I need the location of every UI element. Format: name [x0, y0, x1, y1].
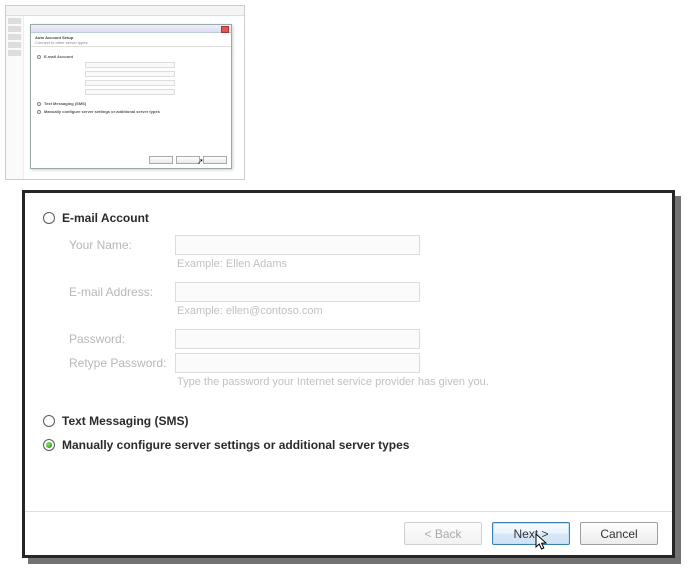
cancel-button-label: Cancel — [600, 527, 637, 541]
option-sms[interactable]: Text Messaging (SMS) — [43, 414, 654, 428]
thumb-dialog: Auto Account Setup Connect to other serv… — [30, 24, 232, 169]
email-address-field[interactable] — [175, 282, 420, 302]
cancel-button[interactable]: Cancel — [580, 522, 658, 545]
radio-email-icon — [43, 212, 55, 224]
password-hint: Type the password your Internet service … — [175, 373, 654, 394]
back-button[interactable]: < Back — [404, 522, 482, 545]
thumb-opt-sms: Text Messaging (SMS) — [44, 101, 86, 106]
radio-sms-icon — [43, 415, 55, 427]
your-name-field[interactable] — [175, 235, 420, 255]
account-setup-dialog: E-mail Account Your Name: Example: Ellen… — [22, 190, 675, 558]
thumb-cursor-icon: ⭧ — [197, 157, 203, 168]
thumb-back-button — [149, 156, 173, 164]
option-manual-config[interactable]: Manually configure server settings or ad… — [43, 438, 654, 452]
back-button-label: < Back — [424, 527, 461, 541]
email-address-hint: Example: ellen@contoso.com — [175, 302, 654, 323]
option-email-account[interactable]: E-mail Account — [43, 211, 654, 225]
wizard-button-bar: < Back Next > Cancel — [25, 511, 672, 555]
option-email-label: E-mail Account — [62, 211, 149, 225]
thumb-opt-email: E-mail Account — [44, 54, 73, 59]
password-label: Password: — [69, 332, 175, 346]
email-address-label: E-mail Address: — [69, 285, 175, 299]
option-sms-label: Text Messaging (SMS) — [62, 414, 188, 428]
email-form-block: Your Name: Example: Ellen Adams E-mail A… — [69, 235, 654, 394]
retype-password-label: Retype Password: — [69, 356, 175, 370]
next-button-label: Next > — [513, 527, 548, 541]
context-thumbnail: Auto Account Setup Connect to other serv… — [5, 5, 245, 180]
radio-manual-icon — [43, 439, 55, 451]
thumb-subtitle-sub: Connect to other server types. — [35, 40, 227, 45]
thumb-opt-manual: Manually configure server settings or ad… — [44, 109, 160, 114]
thumb-cancel-button — [203, 156, 227, 164]
your-name-hint: Example: Ellen Adams — [175, 255, 654, 276]
next-button[interactable]: Next > — [492, 522, 570, 545]
your-name-label: Your Name: — [69, 238, 175, 252]
retype-password-field[interactable] — [175, 353, 420, 373]
option-manual-label: Manually configure server settings or ad… — [62, 438, 409, 452]
password-field[interactable] — [175, 329, 420, 349]
